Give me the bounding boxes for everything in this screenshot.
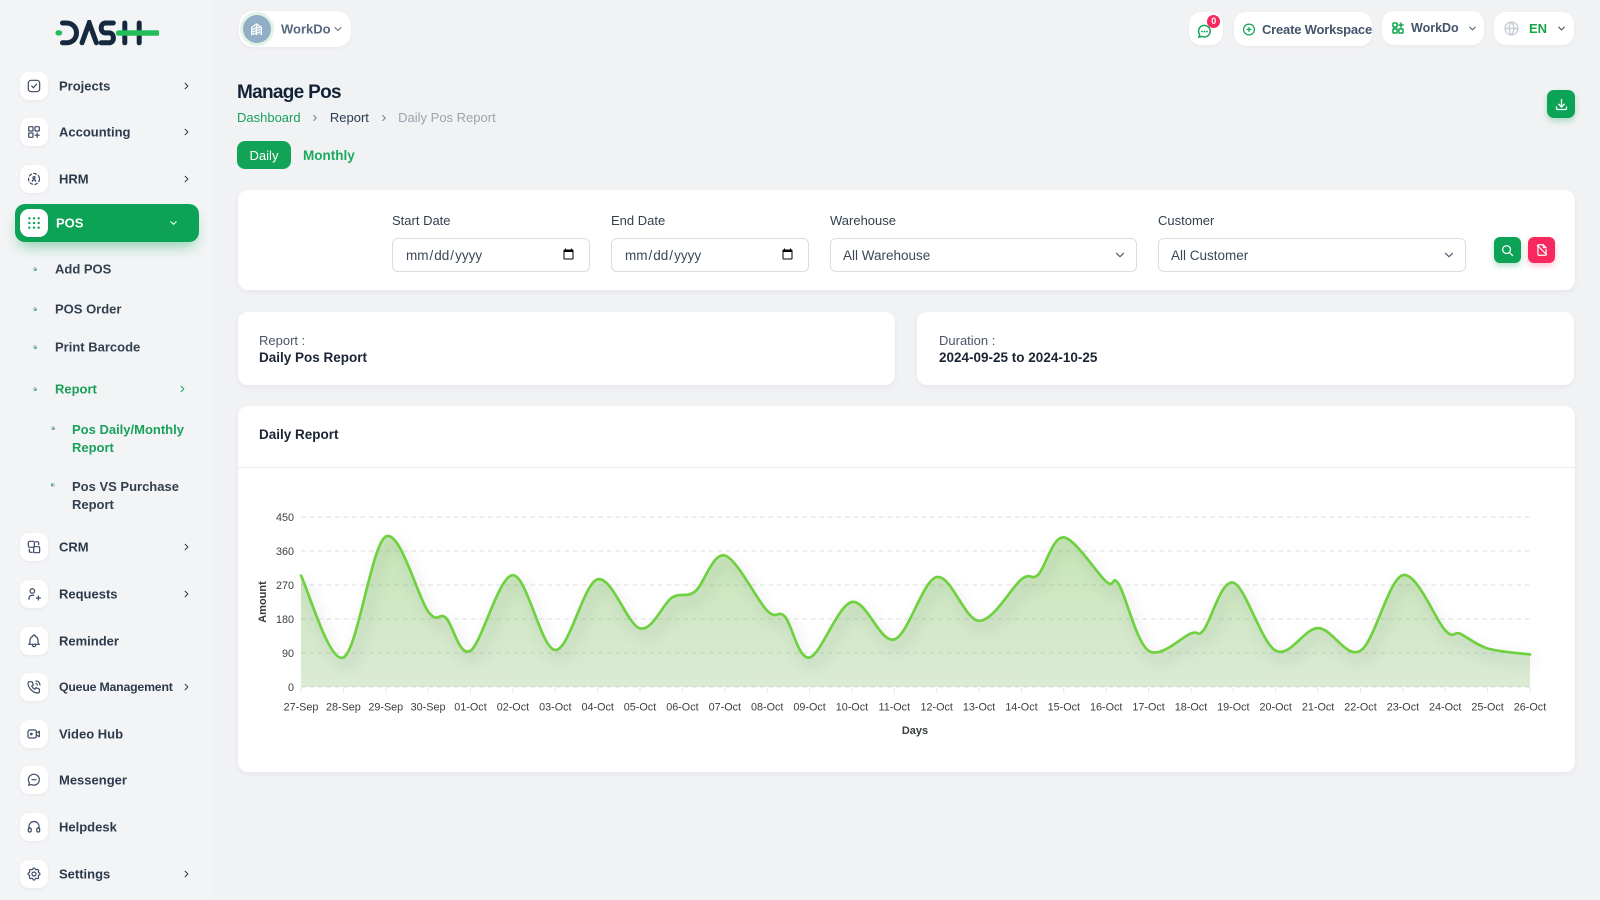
svg-text:18-Oct: 18-Oct — [1175, 702, 1207, 714]
svg-text:24-Oct: 24-Oct — [1429, 702, 1461, 714]
svg-text:19-Oct: 19-Oct — [1217, 702, 1249, 714]
svg-text:16-Oct: 16-Oct — [1090, 702, 1122, 714]
svg-text:13-Oct: 13-Oct — [963, 702, 995, 714]
svg-text:23-Oct: 23-Oct — [1387, 702, 1419, 714]
svg-text:02-Oct: 02-Oct — [497, 702, 529, 714]
svg-text:11-Oct: 11-Oct — [878, 702, 910, 714]
svg-text:08-Oct: 08-Oct — [751, 702, 783, 714]
svg-text:22-Oct: 22-Oct — [1344, 702, 1376, 714]
svg-text:0: 0 — [288, 682, 294, 694]
svg-text:270: 270 — [276, 580, 294, 592]
svg-text:360: 360 — [276, 546, 294, 558]
svg-text:03-Oct: 03-Oct — [539, 702, 571, 714]
svg-text:26-Oct: 26-Oct — [1514, 702, 1546, 714]
svg-text:14-Oct: 14-Oct — [1005, 702, 1037, 714]
svg-text:17-Oct: 17-Oct — [1132, 702, 1164, 714]
svg-text:Days: Days — [902, 725, 928, 737]
svg-text:29-Sep: 29-Sep — [368, 702, 403, 714]
svg-text:90: 90 — [282, 648, 294, 660]
svg-text:07-Oct: 07-Oct — [709, 702, 741, 714]
svg-text:25-Oct: 25-Oct — [1471, 702, 1503, 714]
svg-text:28-Sep: 28-Sep — [326, 702, 361, 714]
svg-text:180: 180 — [276, 614, 294, 626]
svg-text:21-Oct: 21-Oct — [1302, 702, 1334, 714]
svg-text:10-Oct: 10-Oct — [836, 702, 868, 714]
svg-text:27-Sep: 27-Sep — [284, 702, 319, 714]
svg-text:06-Oct: 06-Oct — [666, 702, 698, 714]
svg-text:05-Oct: 05-Oct — [624, 702, 656, 714]
svg-text:20-Oct: 20-Oct — [1259, 702, 1291, 714]
svg-text:09-Oct: 09-Oct — [793, 702, 825, 714]
svg-text:Amount: Amount — [257, 581, 269, 623]
svg-text:01-Oct: 01-Oct — [454, 702, 486, 714]
svg-text:12-Oct: 12-Oct — [920, 702, 952, 714]
svg-text:450: 450 — [276, 512, 294, 524]
svg-text:30-Sep: 30-Sep — [411, 702, 446, 714]
svg-text:04-Oct: 04-Oct — [581, 702, 613, 714]
svg-text:15-Oct: 15-Oct — [1048, 702, 1080, 714]
